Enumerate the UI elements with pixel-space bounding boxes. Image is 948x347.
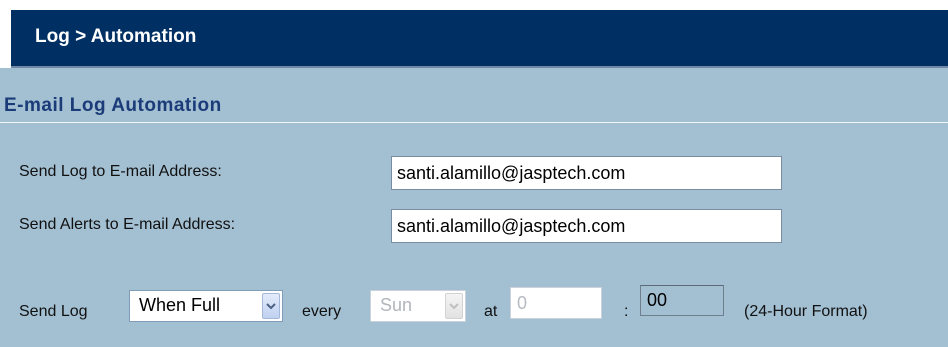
day-select-value: Sun xyxy=(380,295,413,315)
send-alerts-email-label: Send Alerts to E-mail Address: xyxy=(19,216,236,233)
email-log-automation-panel: E-mail Log Automation Send Log to E-mail… xyxy=(0,68,948,347)
time-format-note: (24-Hour Format) xyxy=(744,303,868,320)
every-label: every xyxy=(302,303,342,320)
at-label: at xyxy=(484,303,498,320)
page-title: Log > Automation xyxy=(35,26,197,47)
send-log-email-label: Send Log to E-mail Address: xyxy=(19,163,222,180)
send-alerts-email-input[interactable] xyxy=(391,209,782,243)
log-automation-page: Log > Automation E-mail Log Automation S… xyxy=(0,0,948,347)
header-bar: Log > Automation xyxy=(11,10,948,68)
day-select[interactable]: Sun xyxy=(370,290,466,322)
frequency-select[interactable]: When Full xyxy=(129,290,283,322)
frequency-select-value: When Full xyxy=(139,295,221,315)
minute-input[interactable] xyxy=(640,285,724,316)
send-log-schedule-label: Send Log xyxy=(19,303,88,320)
chevron-down-icon[interactable] xyxy=(262,293,280,319)
chevron-down-icon[interactable] xyxy=(445,293,463,319)
time-separator: : xyxy=(624,303,629,320)
hour-input[interactable] xyxy=(510,287,602,319)
section-divider xyxy=(0,122,948,123)
send-log-email-input[interactable] xyxy=(391,156,782,190)
section-title: E-mail Log Automation xyxy=(4,95,222,116)
